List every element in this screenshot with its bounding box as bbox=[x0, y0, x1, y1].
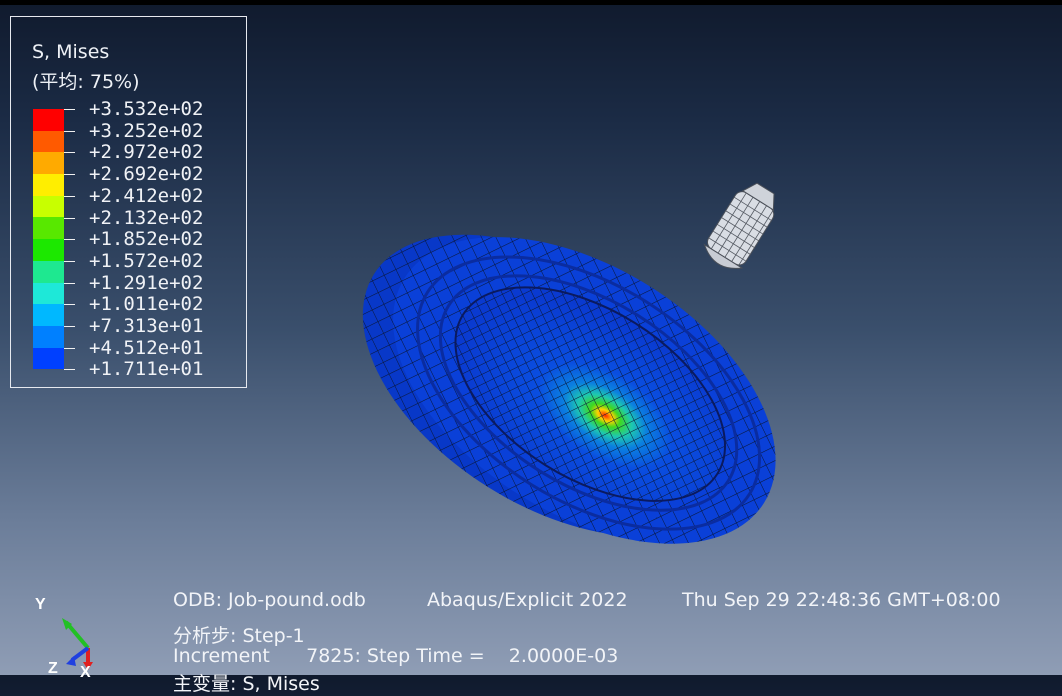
legend-value: +3.532e+02 bbox=[89, 98, 204, 120]
legend-value: +3.252e+02 bbox=[89, 119, 204, 142]
legend-tick bbox=[64, 347, 75, 349]
legend-value: +1.011e+02 bbox=[89, 293, 204, 316]
legend-swatch bbox=[33, 109, 64, 131]
datetime-label: Thu Sep 29 22:48:36 GMT+08:00 bbox=[682, 589, 1001, 611]
legend-swatch bbox=[33, 130, 64, 153]
solver-label: Abaqus/Explicit 2022 bbox=[427, 589, 628, 611]
legend-swatch bbox=[33, 282, 64, 305]
legend-swatch bbox=[33, 325, 64, 348]
legend-swatch bbox=[33, 174, 64, 196]
legend-value: +2.132e+02 bbox=[89, 206, 204, 229]
legend-value: +1.291e+02 bbox=[89, 271, 204, 294]
legend-tick bbox=[64, 369, 75, 371]
increment-label: Increment 7825: Step Time = 2.0000E-03 bbox=[173, 645, 619, 667]
legend-tick bbox=[64, 304, 75, 306]
legend-tick bbox=[64, 260, 75, 262]
legend-swatch bbox=[33, 260, 64, 283]
legend-value: +1.711e+01 bbox=[89, 358, 204, 381]
legend-tick bbox=[64, 130, 75, 132]
legend-value: +2.692e+02 bbox=[89, 163, 204, 186]
contour-legend: S, Mises (平均: 75%) +3.532e+02 +3.252e+02 +… bbox=[10, 16, 247, 388]
legend-tick bbox=[64, 239, 75, 241]
legend-value: +1.852e+02 bbox=[89, 228, 204, 251]
legend-tick bbox=[64, 152, 75, 154]
legend-value: +7.313e+01 bbox=[89, 315, 204, 337]
legend-color-bar bbox=[33, 109, 64, 370]
impactor-model bbox=[703, 182, 775, 269]
legend-value: +2.972e+02 bbox=[89, 141, 204, 164]
odb-label: ODB: Job-pound.odb bbox=[173, 589, 366, 611]
legend-swatch bbox=[33, 304, 64, 326]
legend-tick bbox=[64, 326, 75, 327]
legend-tick bbox=[64, 109, 75, 110]
step-label: 分析步: Step-1 bbox=[173, 625, 305, 647]
legend-title: S, Mises bbox=[32, 41, 110, 63]
triad-y-label: Y bbox=[35, 596, 46, 613]
legend-tick bbox=[64, 174, 75, 176]
triad-x-label: X bbox=[80, 664, 91, 681]
legend-tick bbox=[64, 195, 75, 197]
legend-swatch bbox=[33, 347, 64, 370]
legend-swatch bbox=[33, 239, 64, 261]
variable-label: 主变量: S, Mises bbox=[173, 673, 320, 695]
legend-value: +4.512e+01 bbox=[89, 336, 204, 359]
legend-subtitle: (平均: 75%) bbox=[32, 71, 140, 93]
legend-tick bbox=[64, 282, 75, 284]
legend-value: +2.412e+02 bbox=[89, 184, 204, 207]
legend-value: +1.572e+02 bbox=[89, 249, 204, 272]
legend-tick bbox=[64, 217, 75, 219]
legend-swatch bbox=[33, 152, 64, 175]
legend-swatch bbox=[33, 195, 64, 218]
orientation-triad bbox=[62, 618, 93, 670]
legend-swatch bbox=[33, 217, 64, 240]
triad-z-label: Z bbox=[48, 660, 58, 677]
